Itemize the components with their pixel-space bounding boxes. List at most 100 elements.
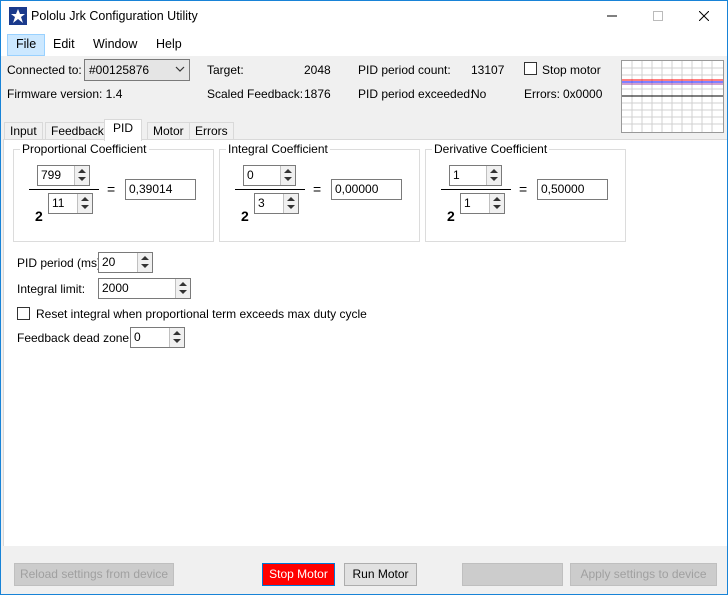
proportional-title: Proportional Coefficient bbox=[20, 142, 149, 156]
arrow-up-icon[interactable] bbox=[179, 282, 187, 286]
proportional-exponent-stepper[interactable]: 11 bbox=[48, 193, 93, 214]
apply-settings-button[interactable]: Apply settings to device bbox=[570, 563, 717, 586]
arrow-up-icon[interactable] bbox=[78, 169, 86, 173]
proportional-multiplier-value: 799 bbox=[41, 168, 62, 182]
pid-period-label: PID period (ms): bbox=[17, 256, 105, 270]
title-bar: Pololu Jrk Configuration Utility bbox=[1, 1, 727, 32]
stepper-buttons[interactable] bbox=[486, 166, 501, 185]
integral-multiplier-stepper[interactable]: 0 bbox=[243, 165, 296, 186]
arrow-down-icon[interactable] bbox=[490, 177, 498, 181]
arrow-up-icon[interactable] bbox=[141, 256, 149, 260]
proportional-result-value: 0,39014 bbox=[129, 182, 173, 196]
pid-period-exceeded-value: No bbox=[471, 87, 487, 101]
device-select-value: #00125876 bbox=[89, 63, 150, 77]
tab-motor[interactable]: Motor bbox=[147, 122, 190, 140]
target-value: 2048 bbox=[304, 63, 331, 77]
derivative-result-field[interactable]: 0,50000 bbox=[537, 179, 608, 200]
integral-base: 2 bbox=[241, 208, 249, 224]
stepper-buttons[interactable] bbox=[169, 328, 184, 347]
menu-edit[interactable]: Edit bbox=[45, 34, 83, 54]
arrow-down-icon[interactable] bbox=[287, 205, 295, 209]
reset-integral-label: Reset integral when proportional term ex… bbox=[36, 307, 367, 321]
scaled-feedback-label: Scaled Feedback: bbox=[207, 87, 304, 101]
arrow-down-icon[interactable] bbox=[284, 177, 292, 181]
stepper-buttons[interactable] bbox=[137, 253, 152, 272]
mini-graph[interactable] bbox=[621, 60, 724, 133]
fraction-line bbox=[441, 189, 511, 190]
pid-period-exceeded-label: PID period exceeded: bbox=[358, 87, 474, 101]
pid-period-count-label: PID period count: bbox=[358, 63, 451, 77]
fraction-line bbox=[29, 189, 99, 190]
minimize-icon[interactable] bbox=[589, 1, 635, 32]
integral-exponent-stepper[interactable]: 3 bbox=[254, 193, 299, 214]
reset-integral-checkbox[interactable] bbox=[17, 307, 30, 320]
derivative-multiplier-value: 1 bbox=[453, 168, 460, 182]
derivative-title: Derivative Coefficient bbox=[432, 142, 550, 156]
chevron-down-icon bbox=[175, 66, 185, 72]
arrow-down-icon[interactable] bbox=[179, 290, 187, 294]
derivative-multiplier-stepper[interactable]: 1 bbox=[449, 165, 502, 186]
arrow-up-icon[interactable] bbox=[287, 197, 295, 201]
pid-period-stepper[interactable]: 20 bbox=[98, 252, 153, 273]
integral-limit-label: Integral limit: bbox=[17, 282, 86, 296]
arrow-up-icon[interactable] bbox=[493, 197, 501, 201]
window-title: Pololu Jrk Configuration Utility bbox=[31, 9, 198, 23]
stepper-buttons[interactable] bbox=[283, 194, 298, 213]
integral-limit-stepper[interactable]: 2000 bbox=[98, 278, 191, 299]
arrow-down-icon[interactable] bbox=[141, 264, 149, 268]
stepper-buttons[interactable] bbox=[74, 166, 89, 185]
feedback-deadzone-value: 0 bbox=[134, 330, 141, 344]
fraction-line bbox=[235, 189, 305, 190]
firmware-label: Firmware version: 1.4 bbox=[7, 87, 123, 101]
derivative-result-value: 0,50000 bbox=[541, 182, 585, 196]
errors-label: Errors: bbox=[524, 87, 560, 101]
arrow-up-icon[interactable] bbox=[173, 331, 181, 335]
tab-feedback[interactable]: Feedback bbox=[45, 122, 110, 140]
close-icon[interactable] bbox=[681, 1, 727, 32]
integral-limit-value: 2000 bbox=[102, 281, 129, 295]
derivative-exponent-stepper[interactable]: 1 bbox=[460, 193, 505, 214]
pid-period-value: 20 bbox=[102, 255, 116, 269]
integral-title: Integral Coefficient bbox=[226, 142, 330, 156]
proportional-exponent-value: 11 bbox=[52, 196, 65, 210]
stepper-buttons[interactable] bbox=[77, 194, 92, 213]
reload-settings-button[interactable]: Reload settings from device bbox=[14, 563, 174, 586]
menu-bar: File Edit Window Help bbox=[1, 32, 727, 56]
scaled-feedback-value: 1876 bbox=[304, 87, 331, 101]
tab-input[interactable]: Input bbox=[4, 122, 43, 140]
proportional-base: 2 bbox=[35, 208, 43, 224]
tab-errors[interactable]: Errors bbox=[189, 122, 234, 140]
feedback-deadzone-stepper[interactable]: 0 bbox=[130, 327, 185, 348]
arrow-down-icon[interactable] bbox=[493, 205, 501, 209]
derivative-base: 2 bbox=[447, 208, 455, 224]
stop-motor-label: Stop motor bbox=[542, 63, 601, 77]
integral-multiplier-value: 0 bbox=[247, 168, 254, 182]
derivative-exponent-value: 1 bbox=[464, 196, 471, 210]
arrow-down-icon[interactable] bbox=[78, 177, 86, 181]
integral-result-field[interactable]: 0,00000 bbox=[331, 179, 402, 200]
pid-period-count-value: 13107 bbox=[471, 63, 505, 77]
target-label: Target: bbox=[207, 63, 244, 77]
menu-file[interactable]: File bbox=[7, 34, 46, 56]
connected-label: Connected to: bbox=[7, 63, 82, 77]
maximize-icon[interactable] bbox=[635, 1, 681, 32]
tab-pid[interactable]: PID bbox=[104, 119, 143, 141]
main-window: Pololu Jrk Configuration Utility File Ed… bbox=[0, 0, 728, 595]
stop-motor-checkbox[interactable] bbox=[524, 62, 537, 75]
arrow-up-icon[interactable] bbox=[284, 169, 292, 173]
device-select[interactable]: #00125876 bbox=[84, 59, 190, 81]
proportional-multiplier-stepper[interactable]: 799 bbox=[37, 165, 90, 186]
menu-help[interactable]: Help bbox=[148, 34, 190, 54]
stop-motor-button[interactable]: Stop Motor bbox=[262, 563, 335, 586]
menu-window[interactable]: Window bbox=[85, 34, 145, 54]
stepper-buttons[interactable] bbox=[280, 166, 295, 185]
arrow-up-icon[interactable] bbox=[81, 197, 89, 201]
blank-button[interactable] bbox=[462, 563, 563, 586]
arrow-down-icon[interactable] bbox=[173, 339, 181, 343]
run-motor-button[interactable]: Run Motor bbox=[344, 563, 417, 586]
stepper-buttons[interactable] bbox=[175, 279, 190, 298]
arrow-up-icon[interactable] bbox=[490, 169, 498, 173]
proportional-result-field[interactable]: 0,39014 bbox=[125, 179, 196, 200]
stepper-buttons[interactable] bbox=[489, 194, 504, 213]
arrow-down-icon[interactable] bbox=[81, 205, 89, 209]
